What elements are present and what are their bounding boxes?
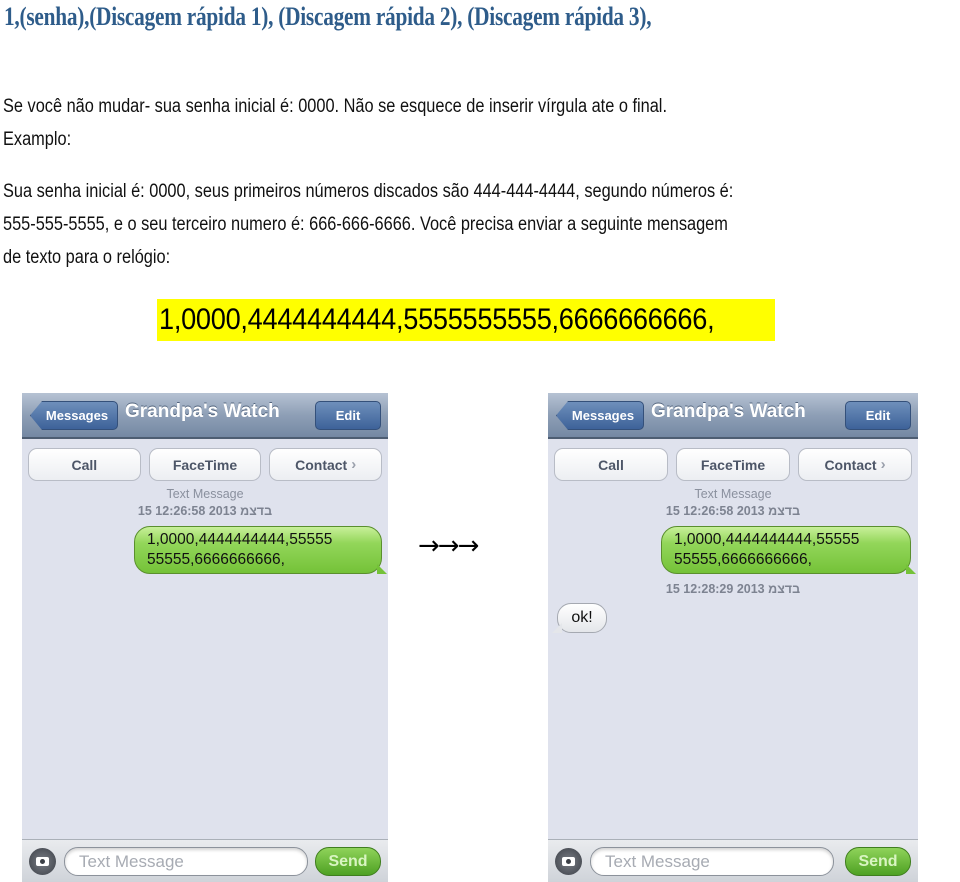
composer-bar: Text Message Send bbox=[548, 839, 918, 882]
messages-back-button[interactable]: Messages bbox=[30, 401, 118, 430]
facetime-button[interactable]: FaceTime bbox=[148, 448, 262, 481]
call-button[interactable]: Call bbox=[554, 448, 668, 481]
camera-button[interactable] bbox=[29, 848, 56, 875]
camera-icon bbox=[36, 857, 49, 866]
sent-message-bubble: 1,0000,4444444444,55555 55555,6666666666… bbox=[661, 526, 916, 574]
call-label: Call bbox=[71, 456, 98, 473]
message-input[interactable]: Text Message bbox=[590, 847, 834, 876]
chevron-right-icon: › bbox=[880, 456, 886, 473]
chevron-right-icon: › bbox=[351, 456, 357, 473]
intro-line-2: Examplo: bbox=[3, 129, 72, 150]
contact-actions: Call FaceTime Contact › bbox=[28, 448, 383, 481]
sent-message-line-1: 1,0000,4444444444,55555 bbox=[147, 531, 333, 548]
composer-bar: Text Message Send bbox=[22, 839, 388, 882]
example-line-1: Sua senha inicial é: 0000, seus primeiro… bbox=[3, 181, 734, 202]
facetime-button[interactable]: FaceTime bbox=[676, 448, 790, 481]
message-type-label: Text Message bbox=[694, 487, 772, 501]
sent-message-bubble: 1,0000,4444444444,55555 55555,6666666666… bbox=[134, 526, 387, 574]
reply-message-bubble: ok! bbox=[552, 603, 607, 633]
command-text: 1,0000,4444444444,5555555555,6666666666, bbox=[159, 303, 715, 336]
sent-message-line-2: 55555,6666666666, bbox=[674, 551, 812, 568]
messages-back-button[interactable]: Messages bbox=[556, 401, 644, 430]
contact-actions: Call FaceTime Contact › bbox=[554, 448, 912, 481]
arrow-right-icons: →→→ bbox=[418, 531, 479, 561]
example-line-3: de texto para o relógio: bbox=[3, 247, 171, 268]
reply-message-text: ok! bbox=[571, 609, 593, 626]
example-line-2: 555-555-5555, e o seu terceiro numero é:… bbox=[3, 214, 728, 235]
edit-button[interactable]: Edit bbox=[315, 401, 381, 430]
contact-label: Contact bbox=[295, 456, 348, 473]
example-paragraph: Sua senha inicial é: 0000, seus primeiro… bbox=[3, 175, 733, 274]
contact-button[interactable]: Contact › bbox=[269, 448, 383, 481]
sent-message-line-1: 1,0000,4444444444,55555 bbox=[674, 531, 860, 548]
edit-button[interactable]: Edit bbox=[845, 401, 911, 430]
send-button[interactable]: Send bbox=[315, 847, 381, 876]
nav-bar: Messages Grandpa's Watch Edit bbox=[22, 393, 388, 439]
send-button[interactable]: Send bbox=[845, 847, 911, 876]
conversation-title: Grandpa's Watch bbox=[125, 401, 280, 422]
camera-icon bbox=[562, 857, 575, 866]
conversation-title: Grandpa's Watch bbox=[651, 401, 806, 422]
intro-line-1: Se você não mudar- sua senha inicial é: … bbox=[3, 96, 667, 117]
sent-timestamp: 15 בדצמ 2013 12:26:58 bbox=[665, 504, 801, 518]
nav-bar: Messages Grandpa's Watch Edit bbox=[548, 393, 918, 439]
reply-timestamp: 15 בדצמ 2013 12:28:29 bbox=[665, 582, 801, 596]
camera-button[interactable] bbox=[555, 848, 582, 875]
intro-paragraph: Se você não mudar- sua senha inicial é: … bbox=[3, 90, 667, 156]
phone-screenshot-before: Messages Grandpa's Watch Edit Call FaceT… bbox=[22, 393, 388, 882]
call-button[interactable]: Call bbox=[28, 448, 141, 481]
contact-button[interactable]: Contact › bbox=[798, 448, 912, 481]
sent-message-line-2: 55555,6666666666, bbox=[147, 551, 285, 568]
facetime-label: FaceTime bbox=[700, 456, 766, 473]
document-heading: 1,(senha),(Discagem rápida 1), (Discagem… bbox=[4, 2, 652, 31]
sent-timestamp: 15 בדצמ 2013 12:26:58 bbox=[137, 504, 273, 518]
message-input[interactable]: Text Message bbox=[64, 847, 308, 876]
call-label: Call bbox=[598, 456, 624, 473]
highlighted-command: 1,0000,4444444444,5555555555,6666666666, bbox=[157, 299, 775, 341]
contact-label: Contact bbox=[824, 456, 877, 473]
phone-screenshot-after: Messages Grandpa's Watch Edit Call FaceT… bbox=[548, 393, 918, 882]
facetime-label: FaceTime bbox=[172, 456, 238, 473]
message-type-label: Text Message bbox=[166, 487, 244, 501]
